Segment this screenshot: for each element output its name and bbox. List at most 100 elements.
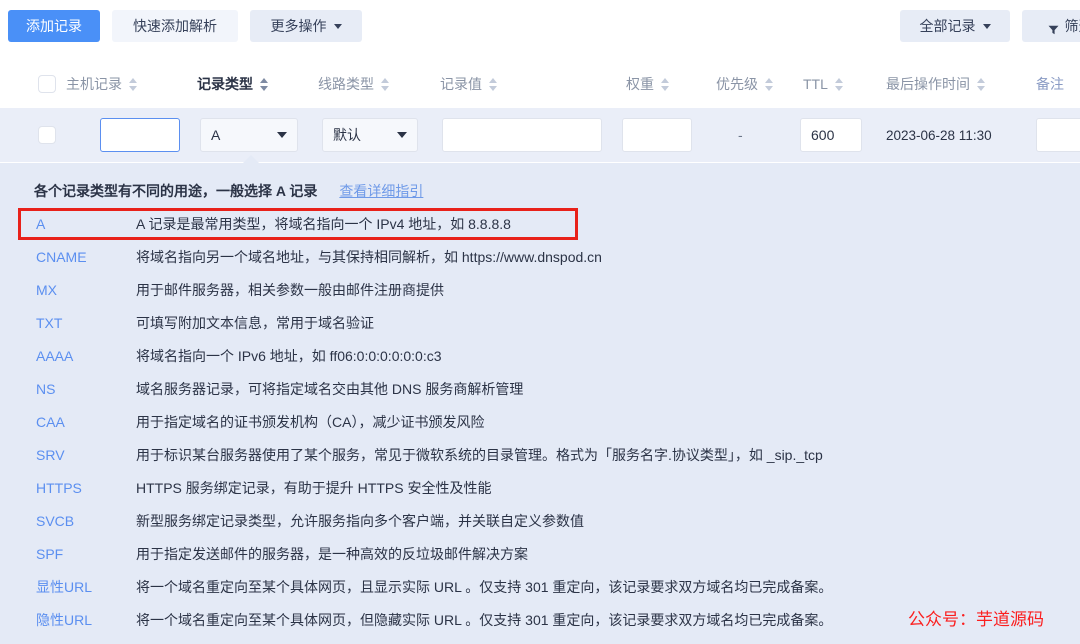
sort-icon[interactable]	[260, 78, 268, 91]
record-type-option-desc: 用于标识某台服务器使用了某个服务，常见于微软系统的目录管理。格式为「服务名字.协…	[136, 445, 823, 465]
more-actions-button[interactable]: 更多操作	[250, 10, 362, 42]
toolbar: 添加记录 快速添加解析 更多操作 全部记录 筛选	[0, 0, 1080, 60]
record-type-option-desc: A 记录是最常用类型，将域名指向一个 IPv4 地址，如 8.8.8.8	[136, 214, 511, 234]
record-type-option-desc: 用于指定域名的证书颁发机构（CA），减少证书颁发风险	[136, 412, 484, 432]
record-type-option-desc: 可填写附加文本信息，常用于域名验证	[136, 313, 374, 333]
sort-icon[interactable]	[661, 78, 669, 91]
sort-icon[interactable]	[489, 78, 497, 91]
column-label: TTL	[803, 76, 828, 92]
ttl-input[interactable]: 600	[800, 118, 862, 152]
funnel-icon	[1048, 22, 1059, 32]
record-type-option[interactable]: TXT 可填写附加文本信息，常用于域名验证	[0, 306, 1080, 339]
record-type-option-name: 显性URL	[36, 577, 92, 597]
column-header-ttl[interactable]: TTL	[803, 60, 843, 108]
sort-icon[interactable]	[835, 78, 843, 91]
host-record-input[interactable]	[100, 118, 180, 152]
record-type-option[interactable]: AAAA 将域名指向一个 IPv6 地址，如 ff06:0:0:0:0:0:0:c…	[0, 339, 1080, 372]
record-type-option-desc: 将域名指向另一个域名地址，与其保持相同解析，如 https://www.dnsp…	[136, 247, 602, 267]
record-type-value: A	[211, 127, 220, 143]
dropdown-title-row: 各个记录类型有不同的用途，一般选择 A 记录 查看详细指引	[34, 181, 423, 201]
column-header-host[interactable]: 主机记录	[66, 60, 137, 108]
record-type-option-name: HTTPS	[36, 480, 82, 496]
watermark-text: 公众号：芋道源码	[908, 605, 1044, 630]
line-type-select[interactable]: 默认	[322, 118, 418, 152]
record-type-option-desc: 新型服务绑定记录类型，允许服务指向多个客户端，并关联自定义参数值	[136, 511, 584, 531]
dns-record-page: 添加记录 快速添加解析 更多操作 全部记录 筛选 主机记录 记录类型	[0, 0, 1080, 644]
record-type-option-name: SPF	[36, 546, 63, 562]
column-header-record-type[interactable]: 记录类型	[197, 60, 268, 108]
record-type-option-desc: 用于指定发送邮件的服务器，是一种高效的反垃圾邮件解决方案	[136, 544, 528, 564]
record-type-option-name: A	[36, 216, 45, 232]
column-header-record-value[interactable]: 记录值	[440, 60, 497, 108]
record-type-option[interactable]: CAA 用于指定域名的证书颁发机构（CA），减少证书颁发风险	[0, 405, 1080, 438]
record-type-dropdown-panel: 各个记录类型有不同的用途，一般选择 A 记录 查看详细指引 A A 记录是最常用类…	[0, 163, 1080, 644]
more-actions-label: 更多操作	[271, 16, 327, 36]
column-header-weight[interactable]: 权重	[626, 60, 669, 108]
chevron-down-icon	[397, 132, 407, 138]
record-type-option-name: AAAA	[36, 348, 73, 364]
record-type-select[interactable]: A	[200, 118, 298, 152]
record-type-option-name: TXT	[36, 315, 62, 331]
filter-label: 筛选	[1065, 16, 1080, 36]
record-type-option[interactable]: SVCB 新型服务绑定记录类型，允许服务指向多个客户端，并关联自定义参数值	[0, 504, 1080, 537]
record-type-option-name: 隐性URL	[36, 610, 92, 630]
record-type-option-name: CAA	[36, 414, 65, 430]
filter-button[interactable]: 筛选	[1022, 10, 1080, 42]
record-type-option-desc: 用于邮件服务器，相关参数一般由邮件注册商提供	[136, 280, 444, 300]
table-header: 主机记录 记录类型 线路类型 记录值 权重 优先级 TTL 最后操作时间	[0, 60, 1080, 109]
quick-add-label: 快速添加解析	[133, 16, 217, 36]
dropdown-title: 各个记录类型有不同的用途，一般选择 A 记录	[34, 181, 317, 201]
record-type-option[interactable]: 显性URL 将一个域名重定向至某个具体网页，且显示实际 URL 。仅支持 301 …	[0, 570, 1080, 603]
column-label: 记录值	[440, 74, 482, 94]
last-operation-time-value: 2023-06-28 11:30	[886, 118, 992, 152]
column-header-note[interactable]: 备注	[1036, 60, 1064, 108]
column-label: 权重	[626, 74, 654, 94]
record-type-option-name: NS	[36, 381, 55, 397]
sort-icon[interactable]	[381, 78, 389, 91]
column-header-priority[interactable]: 优先级	[716, 60, 773, 108]
note-input[interactable]	[1036, 118, 1080, 152]
column-header-last-operation-time[interactable]: 最后操作时间	[886, 60, 985, 108]
record-type-option[interactable]: NS域名服务器记录，可将指定域名交由其他 DNS 服务商解析管理	[0, 372, 1080, 405]
priority-value: -	[738, 118, 743, 152]
quick-add-resolve-button[interactable]: 快速添加解析	[112, 10, 238, 42]
column-label: 最后操作时间	[886, 74, 970, 94]
record-value-input[interactable]	[442, 118, 602, 152]
row-checkbox[interactable]	[38, 126, 56, 144]
record-type-option[interactable]: SPF 用于指定发送邮件的服务器，是一种高效的反垃圾邮件解决方案	[0, 537, 1080, 570]
column-label: 优先级	[716, 74, 758, 94]
column-label: 线路类型	[318, 74, 374, 94]
view-guide-link[interactable]: 查看详细指引	[339, 181, 423, 201]
weight-input[interactable]	[622, 118, 692, 152]
column-label: 主机记录	[66, 74, 122, 94]
chevron-down-icon	[277, 132, 287, 138]
sort-icon[interactable]	[129, 78, 137, 91]
select-all-checkbox[interactable]	[38, 75, 56, 93]
record-type-option-desc: 将域名指向一个 IPv6 地址，如 ff06:0:0:0:0:0:0:c3	[136, 346, 442, 366]
chevron-down-icon	[334, 24, 342, 29]
all-records-label: 全部记录	[920, 16, 976, 36]
add-record-button[interactable]: 添加记录	[8, 10, 100, 42]
record-type-option[interactable]: CNAME 将域名指向另一个域名地址，与其保持相同解析，如 https://www…	[0, 240, 1080, 273]
record-type-option-desc: HTTPS 服务绑定记录，有助于提升 HTTPS 安全性及性能	[136, 478, 491, 498]
record-type-option[interactable]: HTTPS HTTPS 服务绑定记录，有助于提升 HTTPS 安全性及性能	[0, 471, 1080, 504]
record-edit-row: A 默认 - 600 2023-06-28 11:30	[0, 108, 1080, 162]
record-type-option-name: MX	[36, 282, 57, 298]
record-type-option-name: CNAME	[36, 249, 87, 265]
record-type-option[interactable]: SRV用于标识某台服务器使用了某个服务，常见于微软系统的目录管理。格式为「服务名…	[0, 438, 1080, 471]
chevron-down-icon	[983, 24, 991, 29]
record-type-list: A A 记录是最常用类型，将域名指向一个 IPv4 地址，如 8.8.8.8 CNA…	[0, 207, 1080, 636]
sort-icon[interactable]	[977, 78, 985, 91]
add-record-label: 添加记录	[26, 16, 82, 36]
record-type-option[interactable]: A A 记录是最常用类型，将域名指向一个 IPv4 地址，如 8.8.8.8	[0, 207, 1080, 240]
column-label: 记录类型	[197, 74, 253, 94]
sort-icon[interactable]	[765, 78, 773, 91]
column-label: 备注	[1036, 74, 1064, 94]
record-type-option-name: SVCB	[36, 513, 74, 529]
record-type-option[interactable]: MX 用于邮件服务器，相关参数一般由邮件注册商提供	[0, 273, 1080, 306]
line-type-value: 默认	[333, 125, 361, 145]
record-type-option-desc: 将一个域名重定向至某个具体网页，但隐藏实际 URL 。仅支持 301 重定向，该…	[136, 610, 832, 630]
column-header-line-type[interactable]: 线路类型	[318, 60, 389, 108]
all-records-dropdown[interactable]: 全部记录	[900, 10, 1010, 42]
record-type-option-desc: 将一个域名重定向至某个具体网页，且显示实际 URL 。仅支持 301 重定向，该…	[136, 577, 832, 597]
